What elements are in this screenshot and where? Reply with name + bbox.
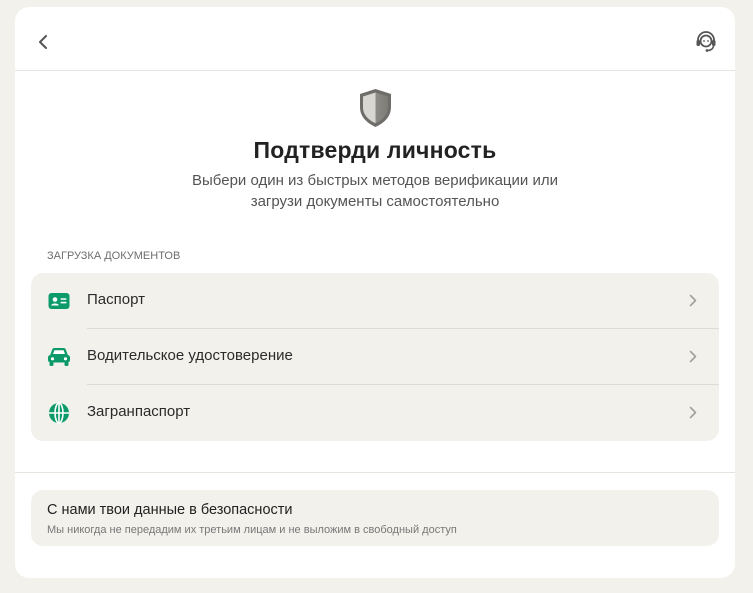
document-item-international-passport[interactable]: Загранпаспорт (31, 385, 719, 441)
safety-notice: С нами твои данные в безопасности Мы ник… (31, 490, 719, 546)
id-card-icon (48, 293, 70, 309)
headset-support-icon (696, 31, 716, 52)
chevron-right-icon (689, 406, 697, 418)
document-item-label: Водительское удостоверение (87, 347, 293, 364)
document-item-label: Загранпаспорт (87, 403, 191, 420)
chevron-left-icon (39, 35, 47, 49)
chevron-right-icon (689, 350, 697, 362)
top-bar (15, 7, 735, 71)
globe-icon (49, 402, 69, 424)
document-item-label: Паспорт (87, 291, 145, 308)
chevron-right-icon (689, 294, 697, 306)
page-subtitle: Выбери один из быстрых методов верификац… (192, 172, 558, 210)
section-divider (15, 472, 735, 473)
document-item-drivers-license[interactable]: Водительское удостоверение (31, 329, 719, 385)
page-title: Подтверди личность (253, 137, 497, 163)
car-icon (48, 348, 70, 366)
shield-icon (360, 89, 391, 127)
document-item-passport[interactable]: Паспорт (31, 273, 719, 329)
safety-title: С нами твои данные в безопасности (47, 502, 293, 518)
verification-card: Подтверди личность Выбери один из быстры… (15, 7, 735, 578)
section-label-documents: ЗАГРУЗКА ДОКУМЕНТОВ (47, 250, 181, 262)
safety-text: Мы никогда не передадим их третьим лицам… (47, 524, 457, 536)
support-button[interactable] (693, 29, 719, 55)
document-list: Паспорт Водительское удостоверение Загра… (31, 273, 719, 441)
back-button[interactable] (33, 31, 53, 53)
